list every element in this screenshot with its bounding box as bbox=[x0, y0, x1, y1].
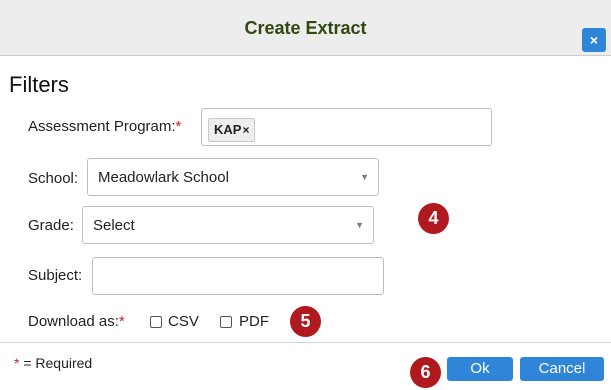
dialog-title: Create Extract bbox=[244, 18, 367, 38]
csv-option-label: CSV bbox=[168, 313, 199, 330]
assessment-program-tag: KAP× bbox=[208, 118, 256, 142]
pdf-option-label: PDF bbox=[239, 313, 269, 330]
required-marker: * bbox=[118, 313, 125, 330]
filters-heading: Filters bbox=[9, 72, 69, 97]
pdf-checkbox[interactable] bbox=[220, 316, 232, 328]
chevron-down-icon: ▼ bbox=[360, 172, 369, 182]
school-selected-value: Meadowlark School bbox=[98, 168, 229, 186]
subject-label: Subject: bbox=[28, 267, 83, 284]
required-note: * = Required bbox=[14, 355, 92, 371]
subject-input[interactable] bbox=[92, 257, 384, 295]
grade-selected-value: Select bbox=[93, 216, 135, 234]
grade-label: Grade: bbox=[28, 217, 74, 234]
assessment-program-label-text: Assessment Program: bbox=[28, 118, 176, 135]
cancel-button[interactable]: Cancel bbox=[520, 357, 604, 381]
close-button[interactable]: × bbox=[582, 28, 606, 52]
chevron-down-icon: ▼ bbox=[355, 220, 364, 230]
download-as-label: Download as:* bbox=[28, 313, 125, 330]
assessment-program-label: Assessment Program:* bbox=[28, 118, 181, 135]
tag-remove-icon[interactable]: × bbox=[242, 123, 249, 137]
create-extract-dialog: Create Extract × Filters Assessment Prog… bbox=[0, 0, 611, 390]
download-as-label-text: Download as: bbox=[28, 313, 119, 330]
assessment-program-input[interactable]: KAP× bbox=[201, 108, 492, 146]
callout-badge-6: 6 bbox=[410, 357, 441, 388]
callout-badge-4: 4 bbox=[418, 203, 449, 234]
school-select[interactable]: Meadowlark School ▼ bbox=[87, 158, 379, 196]
tag-label: KAP bbox=[214, 122, 242, 137]
required-note-text: = Required bbox=[19, 355, 93, 371]
school-label: School: bbox=[28, 170, 79, 187]
callout-badge-5: 5 bbox=[290, 306, 321, 337]
dialog-titlebar: Create Extract × bbox=[0, 0, 611, 56]
csv-checkbox[interactable] bbox=[150, 316, 162, 328]
required-marker: * bbox=[175, 118, 182, 135]
ok-button[interactable]: Ok bbox=[447, 357, 513, 381]
close-icon: × bbox=[589, 32, 599, 48]
grade-select[interactable]: Select ▼ bbox=[82, 206, 374, 244]
